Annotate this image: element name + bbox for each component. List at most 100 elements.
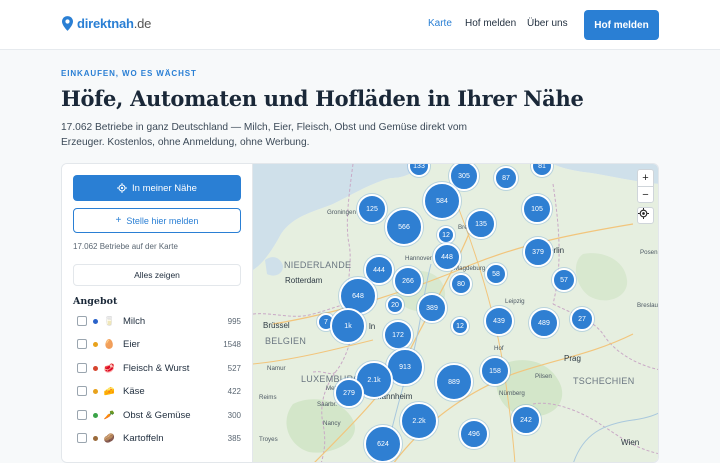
locate-me-button[interactable] [637,207,654,224]
filter-sidebar: In meiner Nähe + Stelle hier melden 17.0… [62,164,253,462]
egg-icon: 🥚 [103,338,116,349]
milk-icon: 🥛 [103,315,116,326]
map-cluster-marker[interactable]: 57 [552,268,576,292]
map-cluster-marker[interactable]: 489 [529,308,559,338]
map-cluster-marker[interactable]: 389 [417,293,447,323]
carrot-icon: 🥕 [103,409,116,420]
logo-tld: .de [133,16,152,31]
map-cluster-marker[interactable]: 125 [357,194,387,224]
report-location-button[interactable]: + Stelle hier melden [73,208,241,233]
map-cluster-marker[interactable]: 80 [450,273,472,295]
map-cluster-marker[interactable]: 158 [480,356,510,386]
nav-ueber-uns[interactable]: Über uns [527,18,568,29]
map-cluster-marker[interactable]: 439 [484,306,514,336]
near-me-label: In meiner Nähe [132,182,197,194]
map-label: NIEDERLANDE [284,260,352,270]
category-dot [93,388,98,394]
filter-count: 1548 [223,339,241,349]
map-view[interactable]: Groningen NIEDERLANDE Rotterdam Brüssel BELG… [253,164,658,462]
map-cluster-marker[interactable]: 12 [437,226,455,244]
map-cluster-marker[interactable]: 584 [423,182,461,220]
map-cluster-marker[interactable]: 135 [466,209,496,239]
map-label: Nancy [323,420,341,427]
filter-count: 385 [227,433,241,443]
map-cluster-marker[interactable]: 889 [435,363,473,401]
map-label: Wien [621,438,640,447]
potato-icon: 🥔 [103,432,116,443]
map-cluster-marker[interactable]: 27 [570,307,594,331]
map-cluster-marker[interactable]: 279 [334,378,364,408]
map-cluster-marker[interactable]: 566 [385,208,423,246]
report-location-label: Stelle hier melden [126,215,199,226]
filter-count: 995 [227,316,241,326]
category-dot [93,365,98,371]
map-label: Saarbr. [317,401,337,408]
hof-melden-button[interactable]: Hof melden [584,10,659,40]
map-cluster-marker[interactable]: 20 [386,296,404,314]
map-label: Reims [259,394,277,401]
filter-label: Milch [123,315,146,327]
filter-checkbox[interactable] [77,363,87,373]
map-cluster-marker[interactable]: 266 [393,266,423,296]
map-label: Magdeburg [454,265,486,272]
map-label: Nürnberg [499,390,525,397]
map-cluster-marker[interactable]: 624 [364,425,402,462]
zoom-in-button[interactable]: + [638,170,653,186]
category-dot [93,412,98,418]
map-label: BELGIEN [265,336,307,346]
map-label: Namur [267,365,286,372]
filter-row-3[interactable]: 🧀 Käse 422 [77,384,241,398]
category-dot [93,318,98,324]
plus-icon: + [115,215,122,226]
filter-count: 422 [227,386,241,396]
map-cluster-marker[interactable]: 58 [485,263,507,285]
map-cluster-marker[interactable]: 1k [330,308,366,344]
map-label: Prag [564,354,581,363]
filter-row-4[interactable]: 🥕 Obst & Gemüse 300 [77,408,241,422]
map-cluster-marker[interactable]: 379 [523,237,553,267]
logo-brand: direktnah [77,16,134,31]
map-cluster-marker[interactable]: 105 [522,194,552,224]
filter-row-0[interactable]: 🥛 Milch 995 [77,314,241,328]
filter-checkbox[interactable] [77,316,87,326]
page-title: Höfe, Automaten und Hofläden in Ihrer Nä… [61,86,584,111]
map-label: Rotterdam [285,276,323,285]
map-label: Posen [640,249,658,256]
filter-label: Käse [123,385,145,397]
filter-row-5[interactable]: 🥔 Kartoffeln 385 [77,431,241,445]
filter-row-2[interactable]: 🥩 Fleisch & Wurst 527 [77,361,241,375]
map-cluster-marker[interactable]: 87 [494,166,518,190]
map-panel: In meiner Nähe + Stelle hier melden 17.0… [61,163,659,463]
map-label: TSCHECHIEN [573,376,635,386]
map-cluster-marker[interactable]: 496 [459,419,489,449]
crosshair-icon [638,208,649,219]
filter-checkbox[interactable] [77,339,87,349]
map-cluster-marker[interactable]: 2.2k [400,402,438,440]
page-lede: 17.062 Betriebe in ganz Deutschland — Mi… [61,122,467,148]
show-all-button[interactable]: Alles zeigen [73,264,241,286]
filter-checkbox[interactable] [77,410,87,420]
eyebrow: EINKAUFEN, WO ES WÄCHST [61,69,197,78]
result-count: 17.062 Betriebe auf der Karte [73,242,178,251]
nav-hof-melden[interactable]: Hof melden [465,18,516,29]
filter-checkbox[interactable] [77,433,87,443]
map-cluster-marker[interactable]: 242 [511,405,541,435]
meat-icon: 🥩 [103,362,116,373]
map-pin-icon [62,16,73,31]
filter-row-1[interactable]: 🥚 Eier 1548 [77,337,241,351]
logo[interactable]: direktnah.de [62,16,151,31]
map-cluster-marker[interactable]: 172 [383,320,413,350]
map-cluster-marker[interactable]: 448 [433,243,461,271]
category-dot [93,341,98,347]
near-me-button[interactable]: In meiner Nähe [73,175,241,201]
map-cluster-marker[interactable]: 12 [451,317,469,335]
map-label: Troyes [259,436,278,443]
filter-label: Eier [123,338,140,350]
map-label: Pilsen [535,373,552,380]
nav-karte[interactable]: Karte [428,18,452,29]
offer-section-title: Angebot [73,296,118,307]
filter-checkbox[interactable] [77,386,87,396]
map-label: Brüssel [263,321,290,330]
zoom-out-button[interactable]: − [638,186,653,202]
filter-count: 300 [227,410,241,420]
